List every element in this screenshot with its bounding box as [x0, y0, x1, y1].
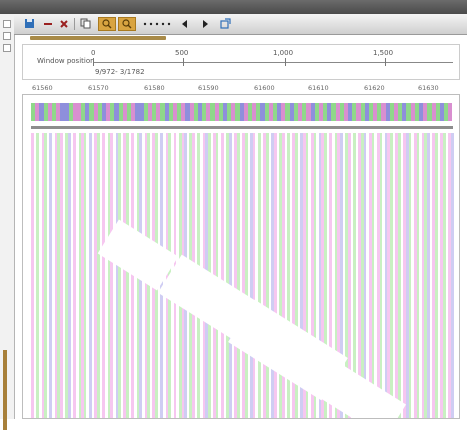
horizontal-scroll-thumb[interactable]: [30, 36, 166, 40]
position-label: 61620: [364, 84, 385, 92]
next-icon[interactable]: [200, 17, 212, 30]
left-side-strip: [0, 14, 15, 430]
ruler-tick-label: 500: [175, 49, 189, 57]
copy-icon[interactable]: [78, 17, 92, 30]
consensus-bar: [31, 103, 453, 121]
ruler-tick-label: 0: [91, 49, 96, 57]
window-position-ruler[interactable]: Window position 0 500 1,000 1,500 9/972-…: [22, 44, 460, 80]
zoom-out-icon[interactable]: [118, 17, 136, 31]
ruler-tick: [385, 58, 386, 66]
alignment-column: [450, 133, 454, 418]
close-icon[interactable]: [58, 17, 70, 30]
position-label: 61580: [144, 84, 165, 92]
toolbar-separator: [74, 18, 75, 30]
ruler-tick: [183, 58, 184, 66]
vertical-scroll-thumb[interactable]: [3, 350, 7, 430]
alignment-view[interactable]: [22, 94, 460, 419]
minus-icon[interactable]: [42, 17, 54, 30]
ruler-tick: [285, 58, 286, 66]
dock-icon[interactable]: [218, 17, 232, 30]
expand-icon[interactable]: [3, 32, 11, 40]
ruler-tick-label: 1,000: [273, 49, 294, 57]
position-label: 61610: [308, 84, 329, 92]
window-position-label: Window position: [37, 57, 95, 65]
position-label: 61570: [88, 84, 109, 92]
pin-icon[interactable]: [3, 20, 11, 28]
ruler-tick: [93, 58, 94, 66]
collapse-icon[interactable]: [3, 44, 11, 52]
dotted-grip-icon: [142, 17, 172, 30]
title-bar: [0, 0, 467, 14]
position-label: 61630: [418, 84, 439, 92]
toolbar: [14, 14, 467, 35]
window-range-text: 9/972- 3/1782: [95, 68, 145, 76]
position-label: 61600: [254, 84, 275, 92]
ruler-tick-label: 1,500: [373, 49, 394, 57]
consensus-separator: [31, 126, 453, 129]
save-icon[interactable]: [22, 17, 36, 30]
consensus-column: [448, 103, 453, 121]
position-label: 61560: [32, 84, 53, 92]
zoom-in-icon[interactable]: [98, 17, 116, 31]
alignment-grid[interactable]: [31, 133, 454, 418]
position-scale: 61560 61570 61580 61590 61600 61610 6162…: [28, 82, 460, 94]
position-label: 61590: [198, 84, 219, 92]
prev-icon[interactable]: [178, 17, 190, 30]
ruler-line: [93, 62, 453, 63]
